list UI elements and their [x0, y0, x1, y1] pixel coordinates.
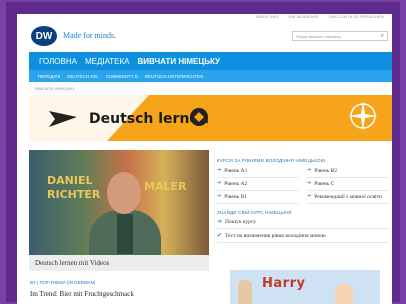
arrow-icon: ➔: [307, 181, 312, 186]
course-search-link[interactable]: ➔ Пошук курсу: [217, 215, 389, 229]
tagline: Made for minds.: [63, 31, 117, 40]
level-label: Рівень C: [314, 181, 335, 187]
promo-figure-right: [335, 284, 353, 304]
nav-item-home[interactable]: ГОЛОВНА: [39, 57, 77, 66]
top-thema-label[interactable]: BY | TOP-THEMA (IN GERMAN): [30, 280, 95, 285]
image-word-maler: MALER: [144, 180, 187, 193]
find-course-section: ЗНАЙДИ СВІЙ КУРС НІМЕЦЬКОЇ ➔ Пошук курсу …: [217, 210, 389, 243]
main-nav: ГОЛОВНА МЕДІАТЕКА ВИВЧАТИ НІМЕЦЬКУ: [29, 52, 392, 70]
arrow-icon: ➔: [307, 194, 312, 199]
top-link-akademie[interactable]: DW AKADEMIE: [288, 14, 318, 19]
level-link-recommendations[interactable]: ➔ Рекомендації з мовної освіти: [307, 194, 389, 204]
breadcrumb[interactable]: ВИВЧАТИ НІМЕЦЬКУ: [35, 86, 75, 91]
placement-test-link[interactable]: ✔ Тест на визначення рівня володіння мово…: [217, 229, 389, 243]
link-label: Тест на визначення рівня володіння мовою: [225, 232, 326, 239]
level-label: Рівень B2: [314, 168, 338, 174]
compass-icon: [348, 101, 378, 131]
deutsch-lernen-banner[interactable]: Deutsch lernen: [29, 95, 392, 141]
search-placeholder: Пошук вивчати німецьку: [296, 33, 342, 39]
harry-promo[interactable]: Harry: [230, 270, 380, 304]
banner-emblem-icon: [190, 108, 208, 126]
top-link-languages[interactable]: DW.COM IN 30 SPRACHEN: [329, 14, 384, 19]
checkmark-icon: ✔: [217, 233, 223, 239]
level-link-b2[interactable]: ➔ Рівень B2: [307, 168, 389, 178]
level-link-a1[interactable]: ➔ Рівень A1: [217, 168, 299, 178]
subnav-item-unterrichten[interactable]: DEUTSCH UNTERRICHTEN: [145, 74, 204, 79]
sub-nav: ПЕРЕДАЧІ DEUTSCH XXL COMMUNITY D DEUTSCH…: [29, 70, 392, 82]
subnav-item-community[interactable]: COMMUNITY D: [106, 74, 138, 79]
level-link-c[interactable]: ➔ Рівень C: [307, 181, 389, 191]
top-link-about[interactable]: ÜBER UNS: [256, 14, 278, 19]
feature-video-image[interactable]: DANIEL RICHTER MALER: [29, 150, 209, 255]
image-word-daniel: DANIEL: [47, 174, 93, 187]
arrow-icon: ➔: [217, 194, 222, 199]
level-label: Рекомендації з мовної освіти: [314, 194, 382, 200]
search-icon[interactable]: ⌕: [381, 33, 384, 40]
courses-column: КУРСИ ЗА РІВНЯМИ ВОЛОДІННЯ НІМЕЦЬКОЮ ➔ Рі…: [217, 158, 389, 243]
courses-title: КУРСИ ЗА РІВНЯМИ ВОЛОДІННЯ НІМЕЦЬКОЮ: [217, 158, 326, 163]
subnav-item-broadcasts[interactable]: ПЕРЕДАЧІ: [38, 74, 60, 79]
arrow-icon: ➔: [217, 219, 223, 225]
level-label: Рівень A1: [224, 168, 248, 174]
level-link-a2[interactable]: ➔ Рівень A2: [217, 181, 299, 191]
feature-caption[interactable]: Deutsch lernen mit Videos: [29, 255, 209, 271]
nav-item-learn-german[interactable]: ВИВЧАТИ НІМЕЦЬКУ: [138, 57, 221, 66]
subnav-item-deutsch-xxl[interactable]: DEUTSCH XXL: [67, 74, 99, 79]
banner-arrow-icon: [49, 111, 77, 127]
person-head: [107, 172, 141, 214]
image-word-richter: RICHTER: [47, 188, 101, 201]
level-link-b1[interactable]: ➔ Рівень B1: [217, 194, 299, 204]
web-page: ÜBER UNS DW AKADEMIE DW.COM IN 30 SPRACH…: [17, 14, 392, 304]
promo-title: Harry: [262, 276, 306, 291]
level-label: Рівень B1: [224, 194, 248, 200]
search-input[interactable]: Пошук вивчати німецьку ⌕: [292, 31, 388, 41]
arrow-icon: ➔: [217, 168, 222, 173]
nav-item-mediathek[interactable]: МЕДІАТЕКА: [85, 57, 130, 66]
top-links: ÜBER UNS DW AKADEMIE DW.COM IN 30 SPRACH…: [256, 14, 384, 19]
person-shirt: [117, 214, 133, 254]
arrow-icon: ➔: [217, 181, 222, 186]
dw-logo[interactable]: DW: [31, 26, 57, 46]
levels-list: ➔ Рівень A1 ➔ Рівень B2 ➔ Рівень A2 ➔ Рівень…: [217, 168, 389, 204]
article-title[interactable]: Im Trend: Bier mit Fruchtgeschmack: [30, 290, 134, 298]
promo-figure-left: [238, 280, 252, 304]
link-label: Пошук курсу: [225, 218, 256, 225]
level-label: Рівень A2: [224, 181, 248, 187]
arrow-icon: ➔: [307, 168, 312, 173]
